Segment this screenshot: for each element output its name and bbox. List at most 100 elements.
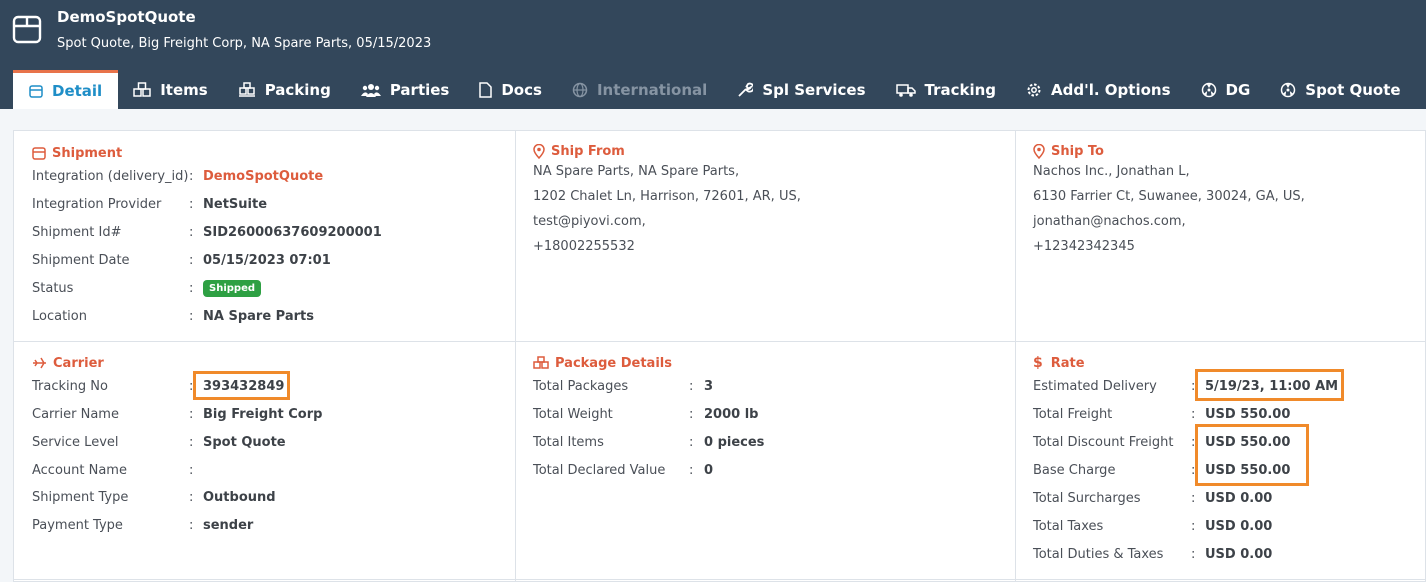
field-label: Total Surcharges xyxy=(1033,490,1141,506)
field-label: Payment Type xyxy=(32,517,123,533)
field-value: NA Spare Parts xyxy=(203,308,314,324)
field-row: Integration (delivery_id): DemoSpotQuote xyxy=(32,168,324,184)
address-line: NA Spare Parts, NA Spare Parts, xyxy=(533,164,740,179)
field-row: Total Declared Value:0 xyxy=(533,462,714,478)
field-row: Total Surcharges: USD 0.00 xyxy=(1033,490,1273,506)
status-badge: Shipped xyxy=(203,279,262,297)
tab-packing[interactable]: Packing xyxy=(223,70,346,109)
row-divider xyxy=(14,579,1426,580)
field-label: Location xyxy=(32,308,87,324)
integration-link[interactable]: DemoSpotQuote xyxy=(203,169,323,184)
tab-spot-quote[interactable]: Spot Quote xyxy=(1265,70,1415,109)
field-value: 0 xyxy=(704,462,714,478)
field-value: 0 pieces xyxy=(704,434,765,450)
pallet-icon xyxy=(238,81,255,97)
field-row: Location: NA Spare Parts xyxy=(32,308,314,324)
truck-icon xyxy=(895,83,916,97)
column-divider xyxy=(1015,131,1016,582)
app-header: DemoSpotQuote Spot Quote, Big Freight Co… xyxy=(0,0,1426,109)
tab-label: Parties xyxy=(389,80,450,99)
field-value: SID26000637609200001 xyxy=(203,224,382,240)
tab-detail[interactable]: Detail xyxy=(13,70,119,109)
field-row: Total Freight: USD 550.00 xyxy=(1033,406,1291,422)
tab-tracking[interactable]: Tracking xyxy=(881,70,1012,109)
field-label: Tracking No xyxy=(32,378,108,394)
field-label: Shipment Type xyxy=(32,489,129,505)
package-box-icon xyxy=(12,15,42,44)
field-row: Total Discount Freight: USD 550.00 xyxy=(1033,434,1291,450)
field-label: Integration Provider xyxy=(32,196,162,212)
page-subtitle: Spot Quote, Big Freight Corp, NA Spare P… xyxy=(57,36,432,51)
tab-label: Packing xyxy=(264,80,331,99)
address-email: test@piyovi.com, xyxy=(533,214,646,229)
boxes-icon xyxy=(533,356,549,369)
field-row: Tracking No:393432849 xyxy=(32,378,285,394)
field-label: Total Weight xyxy=(533,406,613,422)
field-row: Service Level: Spot Quote xyxy=(32,434,286,450)
field-value: USD 550.00 xyxy=(1205,462,1291,478)
section-title: $ Rate xyxy=(1033,354,1413,372)
tab-items[interactable]: Items xyxy=(118,70,222,109)
column-divider xyxy=(515,131,516,582)
field-label: Carrier Name xyxy=(32,406,119,422)
field-label: Total Discount Freight xyxy=(1033,434,1174,450)
tab-spl-services[interactable]: Spl Services xyxy=(722,70,880,109)
field-value: USD 0.00 xyxy=(1205,546,1273,562)
field-value: 3 xyxy=(704,378,714,394)
tab-parties[interactable]: Parties xyxy=(346,70,465,109)
section-title: Carrier xyxy=(32,354,502,372)
field-row: Payment Type: sender xyxy=(32,517,254,533)
field-label: Total Freight xyxy=(1033,406,1113,422)
section-title-text: Shipment xyxy=(52,145,123,161)
field-row: Total Weight:2000 lb xyxy=(533,406,759,422)
field-label: Estimated Delivery xyxy=(1033,378,1157,394)
field-row: Shipment Id#: SID26000637609200001 xyxy=(32,224,382,240)
address-line: 1202 Chalet Ln, Harrison, 72601, AR, US, xyxy=(533,189,801,204)
gear-icon xyxy=(1027,83,1041,96)
section-title: Shipment xyxy=(32,144,502,162)
field-row: Integration Provider: NetSuite xyxy=(32,196,268,212)
tab-international[interactable]: International xyxy=(557,70,722,109)
tab-bar: Detail Items Packing Parties Docs Intern… xyxy=(13,70,1416,109)
page-title: DemoSpotQuote xyxy=(57,8,196,26)
address-email: jonathan@nachos.com, xyxy=(1033,214,1186,229)
address-line: 6130 Farrier Ct, Suwanee, 30024, GA, US, xyxy=(1033,189,1305,204)
calendar-icon xyxy=(29,85,43,98)
section-title: Ship From xyxy=(533,142,1003,160)
field-value: USD 550.00 xyxy=(1205,406,1291,422)
shipment-section: Shipment Integration (delivery_id): DemoS… xyxy=(32,144,502,324)
field-row: Estimated Delivery:5/19/23, 11:00 AM xyxy=(1033,378,1339,394)
field-label: Total Items xyxy=(533,434,604,450)
tab-label: DG xyxy=(1225,80,1251,99)
field-row: Shipment Type: Outbound xyxy=(32,489,276,505)
tab-dg[interactable]: DG xyxy=(1186,70,1266,109)
field-row: Total Packages:3 xyxy=(533,378,714,394)
field-value: USD 550.00 xyxy=(1205,434,1291,450)
field-label: Integration (delivery_id) xyxy=(32,168,189,184)
ship-from-section: Ship From NA Spare Parts, NA Spare Parts… xyxy=(533,142,1003,254)
section-title-text: Package Details xyxy=(555,355,672,371)
field-value: NetSuite xyxy=(203,196,268,212)
field-value: USD 0.00 xyxy=(1205,518,1273,534)
field-row: Base Charge: USD 550.00 xyxy=(1033,462,1291,478)
field-row: Total Taxes: USD 0.00 xyxy=(1033,518,1273,534)
field-value: 05/15/2023 07:01 xyxy=(203,252,331,268)
section-title: Package Details xyxy=(533,354,1003,372)
field-label: Total Packages xyxy=(533,378,629,394)
tab-addl-options[interactable]: Add'l. Options xyxy=(1011,70,1185,109)
section-title-text: Ship To xyxy=(1051,143,1104,159)
field-row: Total Duties & Taxes: USD 0.00 xyxy=(1033,546,1273,562)
field-row: Account Name: xyxy=(32,462,194,478)
field-label: Status xyxy=(32,280,74,296)
detail-panel: Shipment Integration (delivery_id): DemoS… xyxy=(13,130,1426,582)
field-row: Shipment Date:05/15/2023 07:01 xyxy=(32,252,331,268)
tab-docs[interactable]: Docs xyxy=(464,70,557,109)
tab-label: Tracking xyxy=(924,80,997,99)
plane-icon xyxy=(33,357,46,369)
section-title-text: Rate xyxy=(1050,355,1085,371)
field-label: Shipment Id# xyxy=(32,224,122,240)
field-label: Base Charge xyxy=(1033,462,1116,478)
map-pin-icon xyxy=(1033,143,1045,159)
tab-label: Docs xyxy=(501,80,542,99)
field-value: Big Freight Corp xyxy=(203,406,323,422)
